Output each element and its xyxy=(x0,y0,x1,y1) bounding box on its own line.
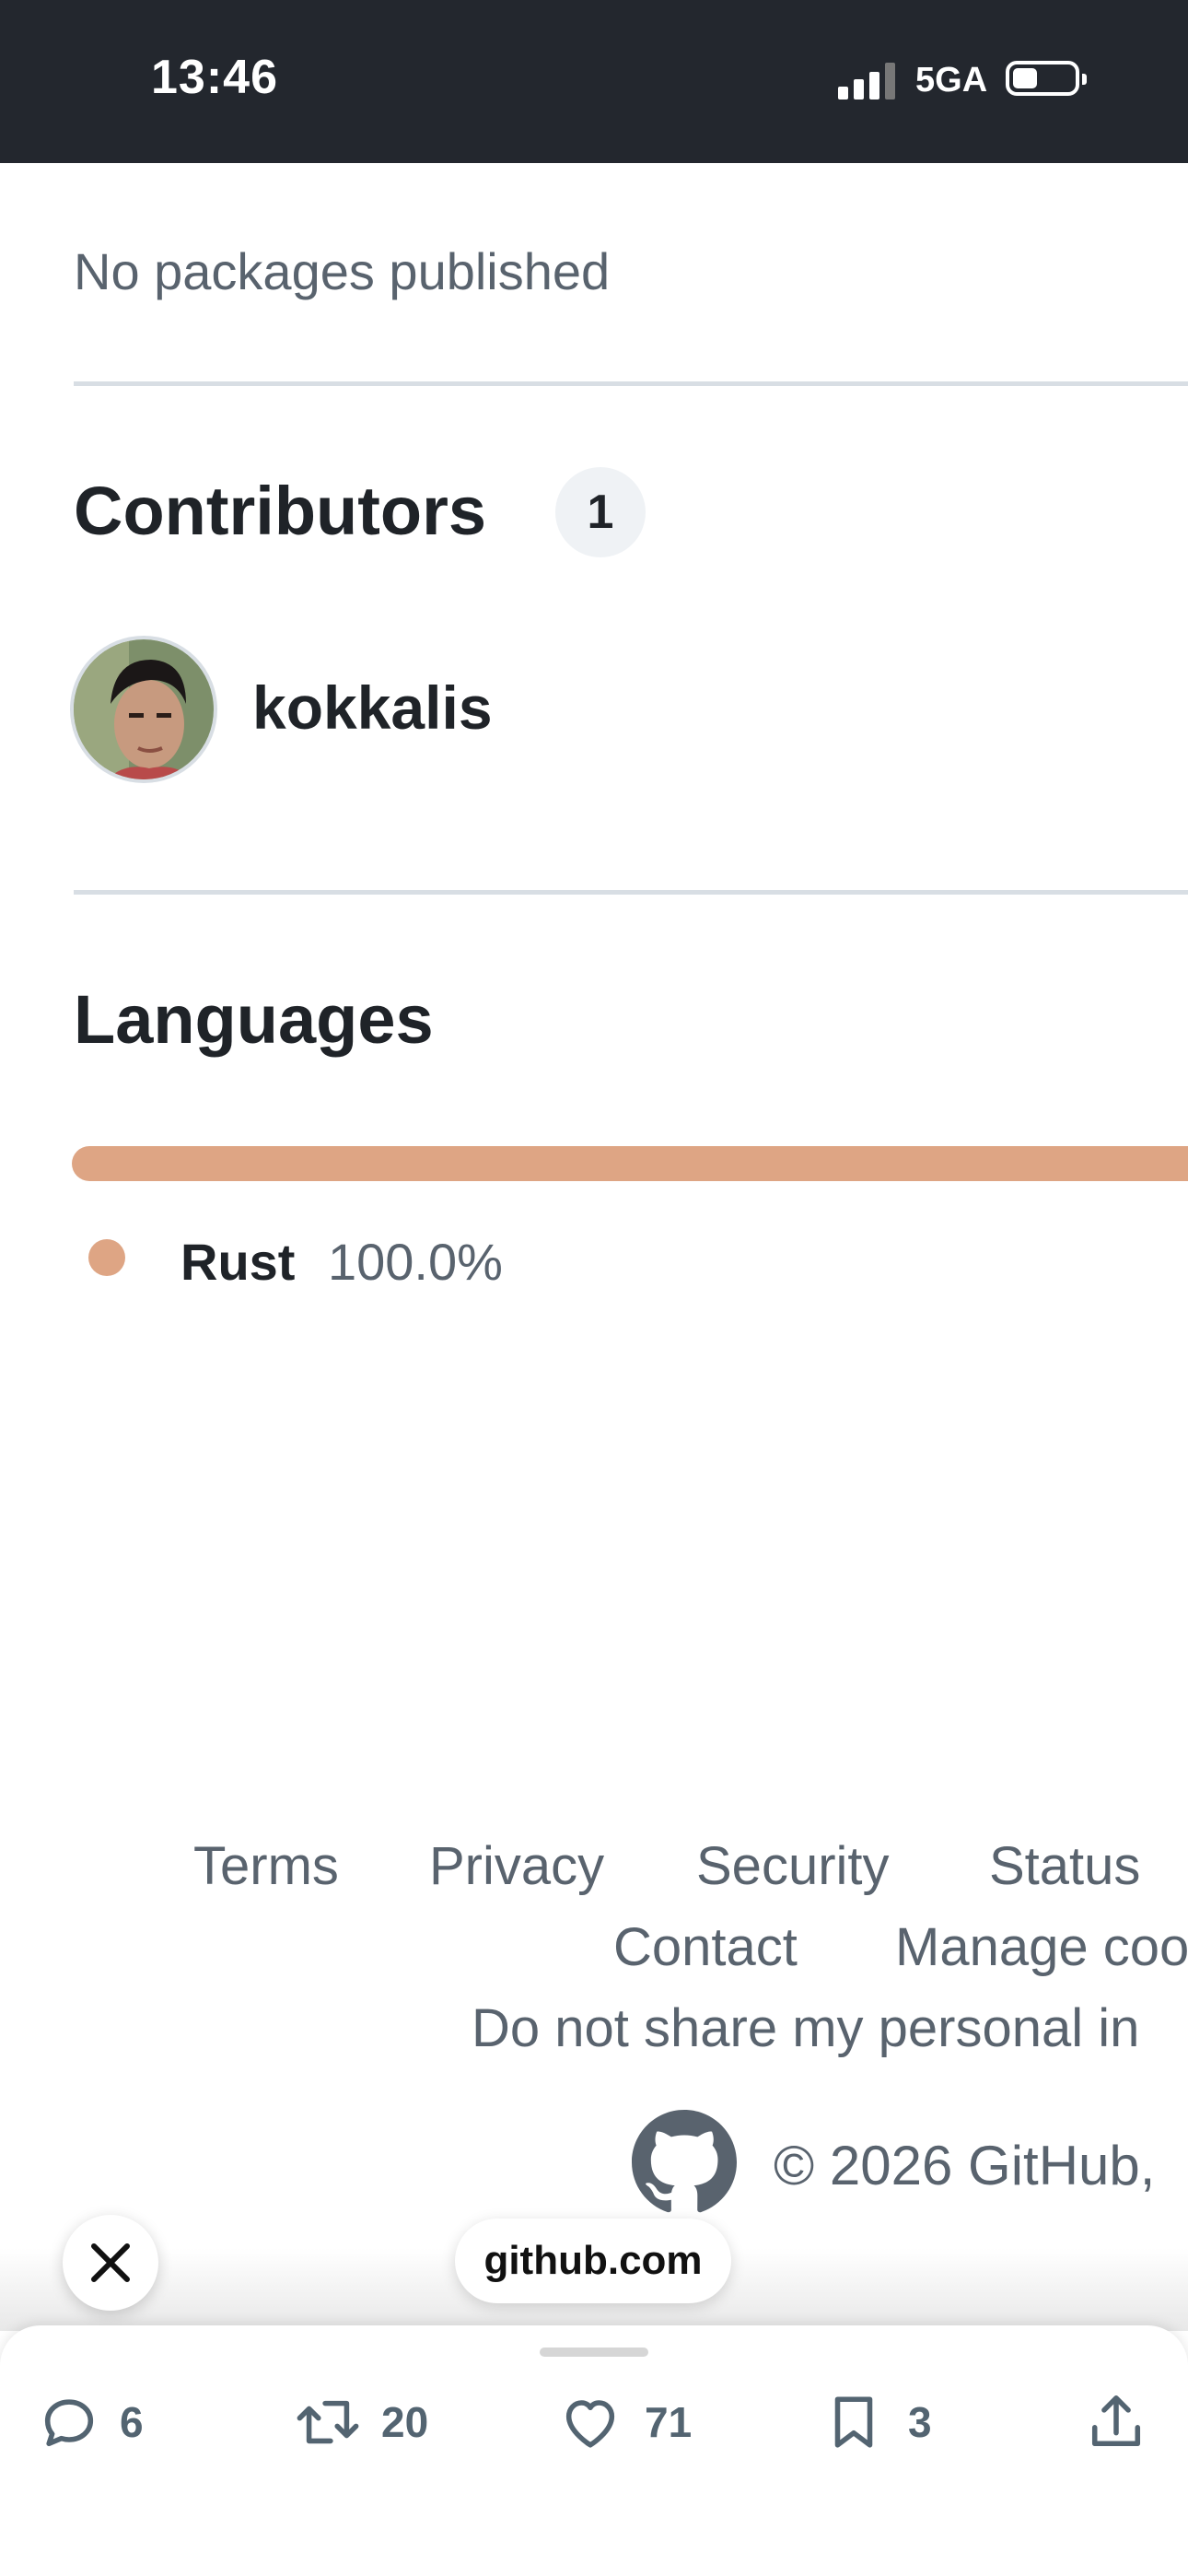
like-button[interactable]: 71 xyxy=(558,2390,705,2454)
github-logo-icon[interactable] xyxy=(632,2110,737,2215)
battery-icon xyxy=(1006,61,1087,96)
reply-count: 6 xyxy=(120,2398,144,2446)
like-icon xyxy=(565,2400,615,2448)
footer-link-do-not-share[interactable]: Do not share my personal in xyxy=(472,1997,1139,2059)
repost-count: 20 xyxy=(381,2398,429,2446)
repost-button[interactable]: 20 xyxy=(293,2390,449,2454)
footer-link-contact[interactable]: Contact xyxy=(613,1916,798,1978)
bookmark-count: 3 xyxy=(908,2398,932,2446)
share-icon xyxy=(1091,2395,1141,2447)
avatar[interactable] xyxy=(70,636,217,783)
repost-icon xyxy=(297,2400,359,2444)
reply-icon xyxy=(44,2399,94,2447)
status-time: 13:46 xyxy=(151,51,278,104)
share-button[interactable] xyxy=(1087,2390,1151,2454)
footer-link-security[interactable]: Security xyxy=(696,1835,890,1897)
language-name[interactable]: Rust xyxy=(181,1232,295,1292)
bookmark-button[interactable]: 3 xyxy=(823,2390,943,2454)
like-count: 71 xyxy=(645,2398,693,2446)
url-pill[interactable]: github.com xyxy=(455,2219,731,2303)
contributors-heading[interactable]: Contributors xyxy=(74,472,486,550)
footer-link-manage-cookies[interactable]: Manage coo xyxy=(895,1916,1188,1978)
packages-empty-text: No packages published xyxy=(74,242,611,300)
status-bar: 13:46 5GA xyxy=(0,0,1188,163)
section-divider xyxy=(74,381,1188,386)
network-type: 5GA xyxy=(915,61,988,100)
bookmark-icon xyxy=(834,2396,873,2448)
signal-icon xyxy=(838,61,897,100)
footer-link-privacy[interactable]: Privacy xyxy=(429,1835,604,1897)
language-bar xyxy=(72,1146,1188,1181)
close-button[interactable] xyxy=(63,2215,158,2311)
section-divider xyxy=(74,890,1188,895)
language-percent: 100.0% xyxy=(328,1233,503,1291)
sheet-grabber[interactable] xyxy=(540,2348,648,2357)
contributor-name[interactable]: kokkalis xyxy=(252,673,493,743)
reply-button[interactable]: 6 xyxy=(37,2390,157,2454)
footer-link-terms[interactable]: Terms xyxy=(193,1835,339,1897)
footer-link-status[interactable]: Status xyxy=(989,1835,1140,1897)
close-icon xyxy=(91,2243,130,2282)
copyright-text: © 2026 GitHub, xyxy=(774,2135,1156,2196)
contributors-count-badge: 1 xyxy=(555,467,646,557)
languages-heading: Languages xyxy=(74,981,434,1058)
language-color-dot xyxy=(88,1239,125,1276)
